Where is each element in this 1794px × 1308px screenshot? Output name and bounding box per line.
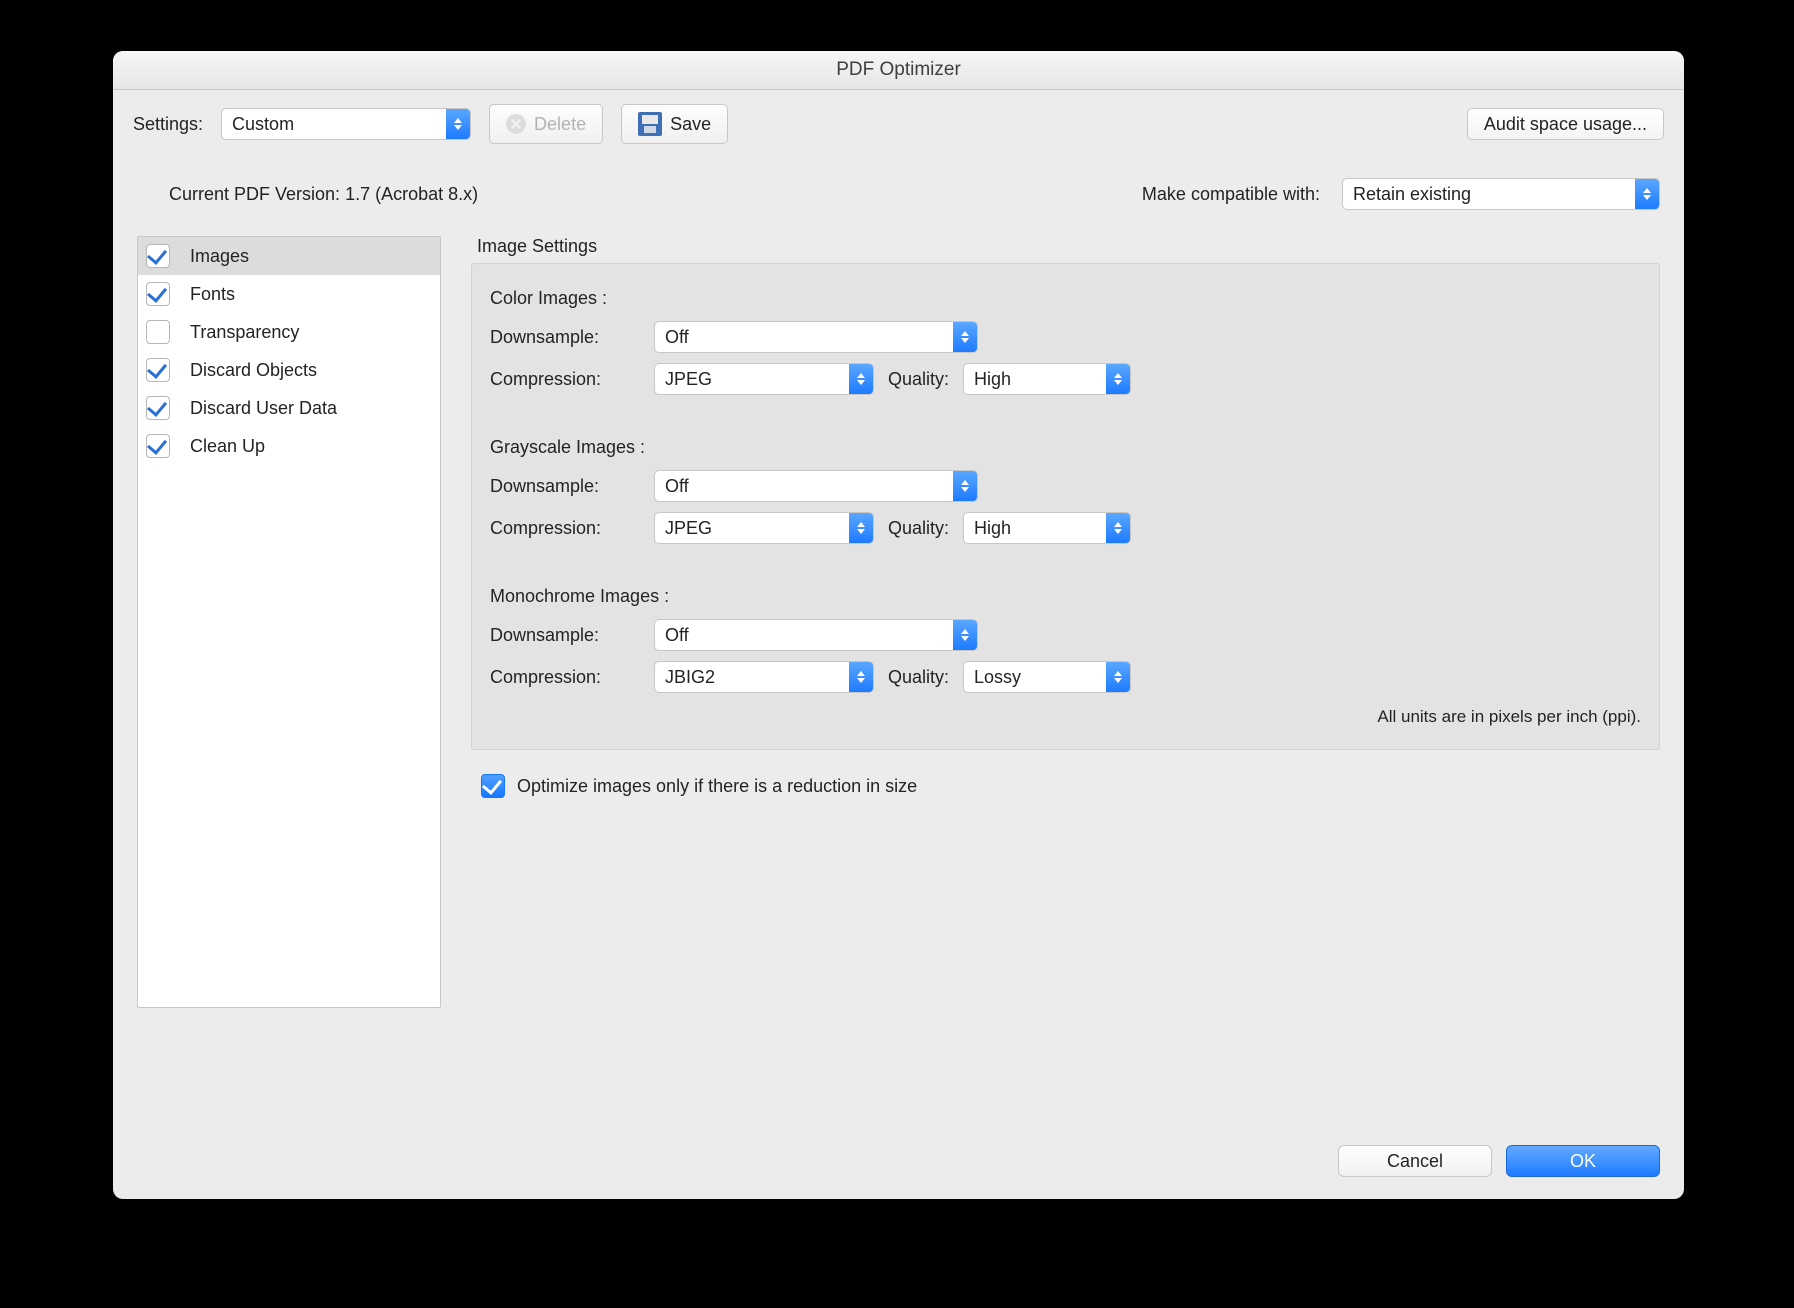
sidebar-item-images[interactable]: Images [138, 237, 440, 275]
mono-downsample-select[interactable]: Off [654, 619, 978, 651]
cancel-button[interactable]: Cancel [1338, 1145, 1492, 1177]
checkbox-optimize-only-if-reduction[interactable] [481, 774, 505, 798]
image-settings-title: Image Settings [477, 236, 1660, 257]
dialog-buttons: Cancel OK [1338, 1145, 1660, 1177]
chevrons-icon [1106, 662, 1130, 692]
mono-compression-value: JBIG2 [655, 667, 849, 688]
mono-downsample-value: Off [655, 625, 953, 646]
sidebar-item-label: Images [190, 246, 249, 267]
color-downsample-value: Off [655, 327, 953, 348]
mono-quality-value: Lossy [964, 667, 1106, 688]
make-compatible-value: Retain existing [1343, 184, 1635, 205]
sidebar-item-label: Transparency [190, 322, 299, 343]
checkbox-images[interactable] [146, 244, 170, 268]
checkbox-transparency[interactable] [146, 320, 170, 344]
color-downsample-label: Downsample: [490, 327, 640, 348]
mono-downsample-label: Downsample: [490, 625, 640, 646]
mono-quality-select[interactable]: Lossy [963, 661, 1131, 693]
chevrons-icon [446, 109, 470, 139]
monochrome-images-title: Monochrome Images : [490, 586, 1641, 607]
save-button[interactable]: Save [621, 104, 728, 144]
mono-quality-label: Quality: [888, 667, 949, 688]
settings-label: Settings: [133, 114, 203, 135]
audit-space-usage-button[interactable]: Audit space usage... [1467, 108, 1664, 140]
sidebar-item-label: Discard Objects [190, 360, 317, 381]
gray-compression-label: Compression: [490, 518, 640, 539]
gray-quality-value: High [964, 518, 1106, 539]
chevrons-icon [1635, 179, 1659, 209]
chevrons-icon [1106, 364, 1130, 394]
settings-select-value: Custom [222, 114, 446, 135]
color-downsample-select[interactable]: Off [654, 321, 978, 353]
delete-x-icon [506, 114, 526, 134]
delete-button-label: Delete [534, 114, 586, 135]
mono-compression-select[interactable]: JBIG2 [654, 661, 874, 693]
info-row: Current PDF Version: 1.7 (Acrobat 8.x) M… [113, 144, 1684, 210]
make-compatible-select[interactable]: Retain existing [1342, 178, 1660, 210]
sidebar-item-fonts[interactable]: Fonts [138, 275, 440, 313]
chevrons-icon [953, 322, 977, 352]
settings-select[interactable]: Custom [221, 108, 471, 140]
delete-button: Delete [489, 104, 603, 144]
toolbar: Settings: Custom Delete Save Audit space… [113, 90, 1684, 144]
sidebar-item-label: Fonts [190, 284, 235, 305]
floppy-icon [638, 112, 662, 136]
save-button-label: Save [670, 114, 711, 135]
color-compression-select[interactable]: JPEG [654, 363, 874, 395]
mono-compression-label: Compression: [490, 667, 640, 688]
optimize-only-row: Optimize images only if there is a reduc… [481, 774, 1660, 798]
color-compression-value: JPEG [655, 369, 849, 390]
gray-compression-select[interactable]: JPEG [654, 512, 874, 544]
grayscale-images-title: Grayscale Images : [490, 437, 1641, 458]
optimize-only-label: Optimize images only if there is a reduc… [517, 776, 917, 797]
sidebar-item-label: Clean Up [190, 436, 265, 457]
sidebar-item-transparency[interactable]: Transparency [138, 313, 440, 351]
current-pdf-version: Current PDF Version: 1.7 (Acrobat 8.x) [169, 184, 478, 205]
chevrons-icon [953, 471, 977, 501]
chevrons-icon [849, 364, 873, 394]
chevrons-icon [1106, 513, 1130, 543]
pdf-optimizer-window: PDF Optimizer Settings: Custom Delete Sa… [113, 51, 1684, 1199]
gray-quality-label: Quality: [888, 518, 949, 539]
chevrons-icon [849, 662, 873, 692]
checkbox-clean-up[interactable] [146, 434, 170, 458]
gray-downsample-select[interactable]: Off [654, 470, 978, 502]
sidebar-item-clean-up[interactable]: Clean Up [138, 427, 440, 465]
make-compatible-label: Make compatible with: [1142, 184, 1320, 205]
category-sidebar: Images Fonts Transparency Discard Object… [137, 236, 441, 1008]
gray-downsample-value: Off [655, 476, 953, 497]
chevrons-icon [849, 513, 873, 543]
units-note: All units are in pixels per inch (ppi). [490, 707, 1641, 727]
color-images-title: Color Images : [490, 288, 1641, 309]
checkbox-fonts[interactable] [146, 282, 170, 306]
gray-compression-value: JPEG [655, 518, 849, 539]
main-panel: Image Settings Color Images : Downsample… [471, 236, 1660, 1008]
image-settings-panel: Color Images : Downsample: Off Compressi… [471, 263, 1660, 750]
color-quality-select[interactable]: High [963, 363, 1131, 395]
ok-button[interactable]: OK [1506, 1145, 1660, 1177]
sidebar-item-label: Discard User Data [190, 398, 337, 419]
sidebar-item-discard-user-data[interactable]: Discard User Data [138, 389, 440, 427]
color-quality-value: High [964, 369, 1106, 390]
color-quality-label: Quality: [888, 369, 949, 390]
window-title: PDF Optimizer [113, 51, 1684, 90]
color-compression-label: Compression: [490, 369, 640, 390]
gray-downsample-label: Downsample: [490, 476, 640, 497]
sidebar-item-discard-objects[interactable]: Discard Objects [138, 351, 440, 389]
chevrons-icon [953, 620, 977, 650]
gray-quality-select[interactable]: High [963, 512, 1131, 544]
checkbox-discard-objects[interactable] [146, 358, 170, 382]
checkbox-discard-user-data[interactable] [146, 396, 170, 420]
